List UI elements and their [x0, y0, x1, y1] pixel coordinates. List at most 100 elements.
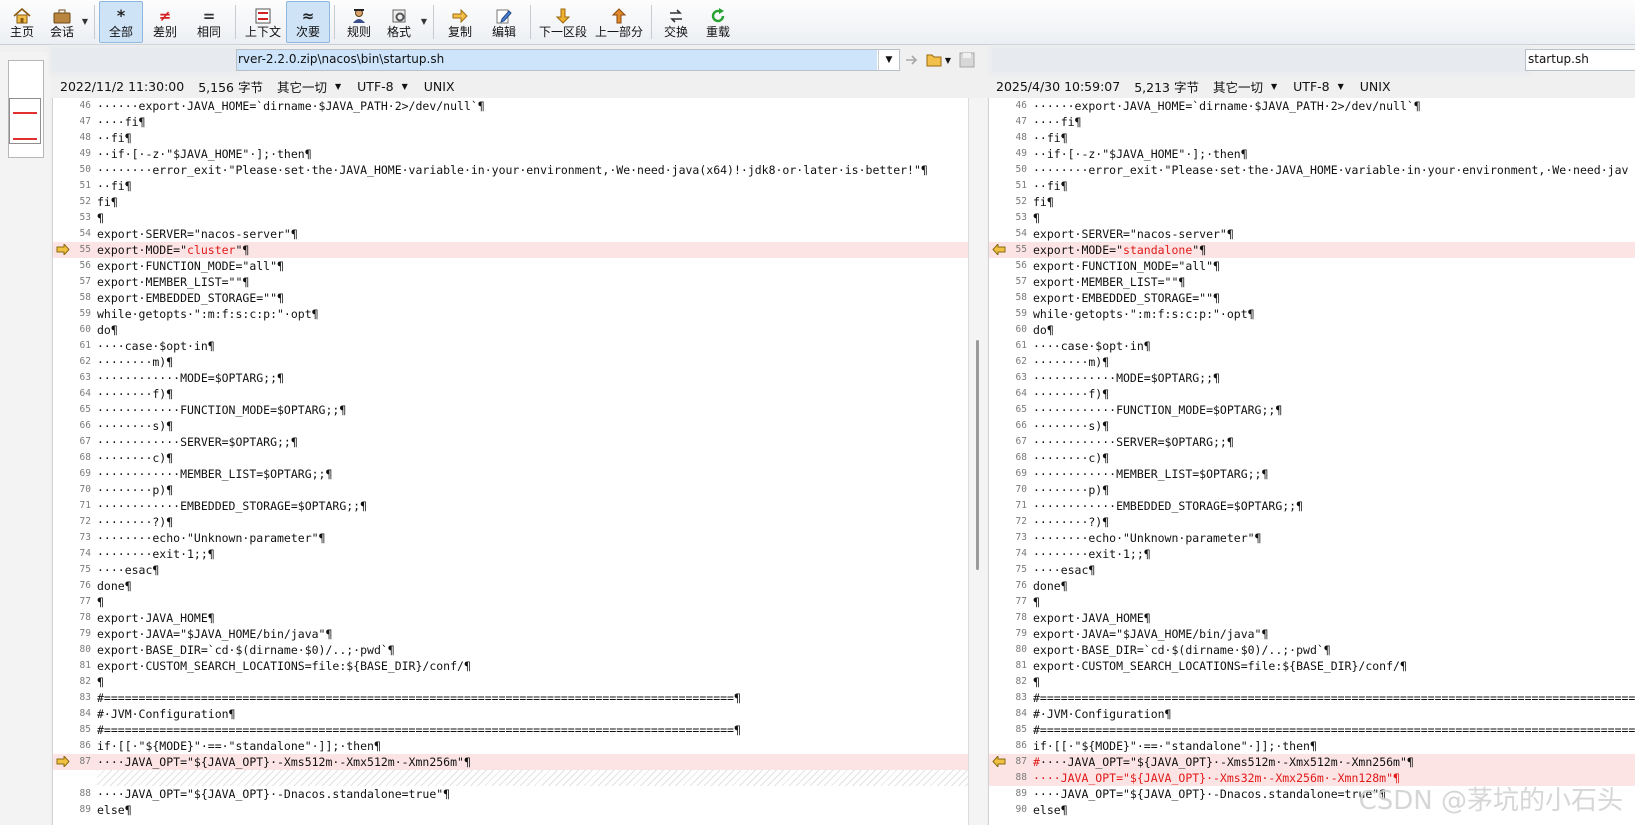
- code-line[interactable]: 76 done¶: [989, 578, 1635, 594]
- code-line[interactable]: 75 ····esac¶: [53, 562, 969, 578]
- code-line[interactable]: 59 while·getopts·":m:f:s:c:p:"·opt¶: [53, 306, 969, 322]
- line-code-text[interactable]: #·JVM·Configuration¶: [97, 706, 235, 722]
- line-code-text[interactable]: ¶: [97, 594, 104, 610]
- code-line[interactable]: 61 ····case·$opt·in¶: [53, 338, 969, 354]
- line-code-text[interactable]: export·MODE="standalone"¶: [1033, 242, 1206, 258]
- code-line[interactable]: 84 #·JVM·Configuration¶: [989, 706, 1635, 722]
- code-line[interactable]: 79 export·JAVA="$JAVA_HOME/bin/java"¶: [989, 626, 1635, 642]
- line-code-text[interactable]: ········exit·1;;¶: [1033, 546, 1151, 562]
- line-code-text[interactable]: ····fi¶: [1033, 114, 1081, 130]
- line-code-text[interactable]: ········?)¶: [1033, 514, 1109, 530]
- line-code-text[interactable]: ········p)¶: [1033, 482, 1109, 498]
- line-code-text[interactable]: ········f)¶: [97, 386, 173, 402]
- line-code-text[interactable]: #=======================================…: [97, 690, 741, 706]
- line-code-text[interactable]: fi¶: [97, 194, 118, 210]
- line-code-text[interactable]: export·BASE_DIR=`cd·$(dirname·$0)/..;·pw…: [1033, 642, 1331, 658]
- code-line[interactable]: 49 ··if·[·-z·"$JAVA_HOME"·];·then¶: [53, 146, 969, 162]
- save-icon[interactable]: [958, 51, 976, 69]
- code-line[interactable]: 68 ········c)¶: [53, 450, 969, 466]
- line-code-text[interactable]: ········exit·1;;¶: [97, 546, 215, 562]
- line-code-text[interactable]: ············SERVER=$OPTARG;;¶: [1033, 434, 1234, 450]
- line-code-text[interactable]: ¶: [1033, 674, 1040, 690]
- line-code-text[interactable]: ········error_exit·"Please·set·the·JAVA_…: [97, 162, 928, 178]
- code-line[interactable]: 81 export·CUSTOM_SEARCH_LOCATIONS=file:${…: [53, 658, 969, 674]
- code-line[interactable]: 48 ··fi¶: [989, 130, 1635, 146]
- code-line[interactable]: 67 ············SERVER=$OPTARG;;¶: [989, 434, 1635, 450]
- code-line[interactable]: 85 #=====================================…: [53, 722, 969, 738]
- code-line[interactable]: 60 do¶: [53, 322, 969, 338]
- view-same-button[interactable]: = 相同: [187, 1, 231, 43]
- line-code-text[interactable]: ············FUNCTION_MODE=$OPTARG;;¶: [97, 402, 346, 418]
- prev-part-button[interactable]: 上一部分: [591, 1, 647, 43]
- left-path-text[interactable]: rver-2.2.0.zip\nacos\bin\startup.sh: [238, 52, 444, 66]
- code-line[interactable]: 66 ········s)¶: [53, 418, 969, 434]
- left-format-select[interactable]: 其它一切: [277, 77, 327, 96]
- line-code-text[interactable]: ¶: [97, 674, 104, 690]
- line-code-text[interactable]: export·CUSTOM_SEARCH_LOCATIONS=file:${BA…: [1033, 658, 1407, 674]
- code-line[interactable]: 84 #·JVM·Configuration¶: [53, 706, 969, 722]
- left-path-dropdown-arrow[interactable]: ▼: [878, 50, 899, 70]
- line-code-text[interactable]: while·getopts·":m:f:s:c:p:"·opt¶: [1033, 306, 1255, 322]
- code-line[interactable]: 58 export·EMBEDDED_STORAGE=""¶: [53, 290, 969, 306]
- home-button[interactable]: 主页: [0, 1, 44, 43]
- code-line[interactable]: 82 ¶: [53, 674, 969, 690]
- line-code-text[interactable]: export·EMBEDDED_STORAGE=""¶: [1033, 290, 1220, 306]
- line-code-text[interactable]: ····JAVA_OPT="${JAVA_OPT}·-Dnacos.standa…: [97, 786, 450, 802]
- line-code-text[interactable]: ····case·$opt·in¶: [1033, 338, 1151, 354]
- scrollbar-thumb[interactable]: [976, 340, 979, 570]
- line-code-text[interactable]: ········m)¶: [1033, 354, 1109, 370]
- code-line[interactable]: 85 #=====================================…: [989, 722, 1635, 738]
- view-minor-button[interactable]: ≈ 次要: [286, 1, 330, 43]
- code-line[interactable]: 65 ············FUNCTION_MODE=$OPTARG;;¶: [989, 402, 1635, 418]
- line-code-text[interactable]: ········f)¶: [1033, 386, 1109, 402]
- line-code-text[interactable]: fi¶: [1033, 194, 1054, 210]
- code-line[interactable]: 79 export·JAVA="$JAVA_HOME/bin/java"¶: [53, 626, 969, 642]
- code-line[interactable]: 66 ········s)¶: [989, 418, 1635, 434]
- code-line[interactable]: 75 ····esac¶: [989, 562, 1635, 578]
- line-code-text[interactable]: ····JAVA_OPT="${JAVA_OPT}·-Xms512m·-Xmx5…: [97, 754, 471, 770]
- line-code-text[interactable]: do¶: [97, 322, 118, 338]
- line-code-text[interactable]: ············EMBEDDED_STORAGE=$OPTARG;;¶: [97, 498, 367, 514]
- session-button[interactable]: 会话: [44, 1, 80, 43]
- line-code-text[interactable]: #····JAVA_OPT="${JAVA_OPT}·-Xms512m·-Xmx…: [1033, 754, 1414, 770]
- line-code-text[interactable]: export·JAVA_HOME¶: [1033, 610, 1151, 626]
- code-line[interactable]: 47 ····fi¶: [989, 114, 1635, 130]
- line-code-text[interactable]: ········?)¶: [97, 514, 173, 530]
- code-line[interactable]: 69 ············MEMBER_LIST=$OPTARG;;¶: [989, 466, 1635, 482]
- line-code-text[interactable]: #=======================================…: [1033, 722, 1635, 738]
- line-code-text[interactable]: export·CUSTOM_SEARCH_LOCATIONS=file:${BA…: [97, 658, 471, 674]
- code-line[interactable]: 57 export·MEMBER_LIST=""¶: [53, 274, 969, 290]
- line-code-text[interactable]: ····fi¶: [97, 114, 145, 130]
- chevron-down-icon[interactable]: ▼: [1338, 82, 1344, 91]
- line-code-text[interactable]: #=======================================…: [97, 722, 741, 738]
- code-line[interactable]: 46 ······export·JAVA_HOME=`dirname·$JAVA_…: [989, 98, 1635, 114]
- line-code-text[interactable]: ········c)¶: [1033, 450, 1109, 466]
- code-line[interactable]: 71 ············EMBEDDED_STORAGE=$OPTARG;;…: [53, 498, 969, 514]
- next-path-icon[interactable]: [904, 51, 922, 69]
- code-line[interactable]: 68 ········c)¶: [989, 450, 1635, 466]
- line-code-text[interactable]: ··if·[·-z·"$JAVA_HOME"·];·then¶: [97, 146, 312, 162]
- line-code-text[interactable]: ········s)¶: [97, 418, 173, 434]
- line-code-text[interactable]: ············MEMBER_LIST=$OPTARG;;¶: [97, 466, 332, 482]
- view-all-button[interactable]: * 全部: [99, 1, 143, 43]
- code-line[interactable]: 73 ········echo·"Unknown·parameter"¶: [53, 530, 969, 546]
- code-line[interactable]: 80 export·BASE_DIR=`cd·$(dirname·$0)/..;·…: [53, 642, 969, 658]
- line-code-text[interactable]: export·SERVER="nacos-server"¶: [97, 226, 298, 242]
- swap-button[interactable]: 交换: [656, 1, 696, 43]
- code-line[interactable]: 76 done¶: [53, 578, 969, 594]
- line-code-text[interactable]: ········error_exit·"Please·set·the·JAVA_…: [1033, 162, 1628, 178]
- code-line[interactable]: 48 ··fi¶: [53, 130, 969, 146]
- reload-button[interactable]: 重载: [696, 1, 740, 43]
- code-line[interactable]: 74 ········exit·1;;¶: [989, 546, 1635, 562]
- line-code-text[interactable]: ············EMBEDDED_STORAGE=$OPTARG;;¶: [1033, 498, 1303, 514]
- right-editor-pane[interactable]: 46 ······export·JAVA_HOME=`dirname·$JAVA_…: [988, 98, 1635, 825]
- line-code-text[interactable]: ············MODE=$OPTARG;;¶: [97, 370, 284, 386]
- code-line[interactable]: 78 export·JAVA_HOME¶: [53, 610, 969, 626]
- code-line[interactable]: 53 ¶: [53, 210, 969, 226]
- code-line[interactable]: 53 ¶: [989, 210, 1635, 226]
- line-code-text[interactable]: ········m)¶: [97, 354, 173, 370]
- line-code-text[interactable]: ··if·[·-z·"$JAVA_HOME"·];·then¶: [1033, 146, 1248, 162]
- view-context-button[interactable]: 上下文: [240, 1, 286, 43]
- code-line[interactable]: 64 ········f)¶: [989, 386, 1635, 402]
- line-code-text[interactable]: #=======================================…: [1033, 690, 1635, 706]
